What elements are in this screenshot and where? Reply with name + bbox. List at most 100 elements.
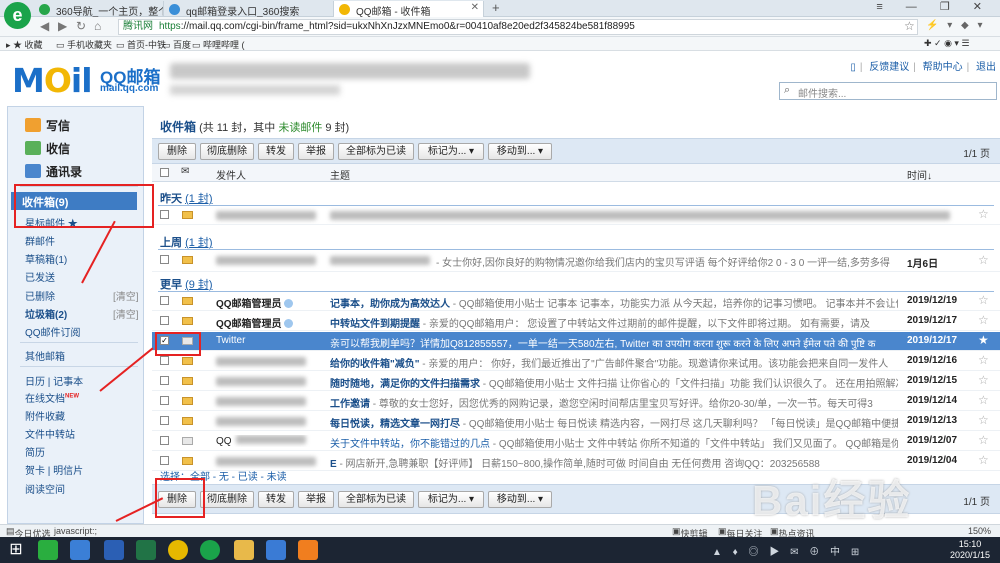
browser-360-icon[interactable] — [200, 540, 220, 560]
windows-start-icon[interactable]: ⊞ — [6, 540, 26, 560]
fav-tools-icons[interactable]: ✚ ✓ ◉ ▾ ☰ — [924, 38, 970, 49]
fav-item[interactable]: ▸ ★ 收藏 — [6, 38, 43, 51]
fav-item[interactable]: ▭ 百度 — [162, 38, 191, 51]
star-icon[interactable]: ☆ — [978, 413, 989, 427]
mark-all-read-button[interactable]: 全部标为已读 — [338, 143, 414, 160]
star-icon[interactable]: ☆ — [978, 393, 989, 407]
table-row-selected[interactable]: ✓ Twitter 亲可以帮我刷单吗？详情加Q812855557，一单一结一天5… — [152, 332, 1000, 351]
word-icon[interactable] — [104, 540, 124, 560]
feedback-link[interactable]: 反馈建议 — [869, 62, 909, 73]
table-row[interactable]: 随时随地，满足你的文件扫描需求 - QQ邮箱使用小贴士 文件扫描 让你省心的「文… — [152, 372, 1000, 391]
window-controls[interactable]: ≡ — ❐ ✕ — [876, 0, 992, 13]
move-to-dropdown-bottom[interactable]: 移动到... ▾ — [488, 491, 552, 508]
report-button-bottom[interactable]: 举报 — [298, 491, 334, 508]
sidebar-item-cards[interactable]: 贺卡 | 明信片 — [25, 462, 83, 477]
delete-permanent-button-bottom[interactable]: 彻底删除 — [200, 491, 254, 508]
move-to-dropdown[interactable]: 移动到... ▾ — [488, 143, 552, 160]
folder-icon[interactable] — [234, 540, 254, 560]
row-checkbox[interactable] — [160, 356, 169, 365]
table-row[interactable]: 给你的收件箱"减负" - 亲爱的用户： 你好，我们最近推出了"广告邮件聚合"功能… — [152, 352, 1000, 371]
row-checkbox[interactable] — [160, 296, 169, 305]
mark-as-dropdown[interactable]: 标记为... ▾ — [418, 143, 484, 160]
star-icon[interactable]: ☆ — [978, 433, 989, 447]
mail-search-input[interactable]: ⌕ 邮件搜索... — [779, 82, 997, 100]
star-icon[interactable]: ☆ — [978, 353, 989, 367]
excel-icon[interactable] — [136, 540, 156, 560]
clear-spam-link[interactable]: [清空] — [113, 306, 139, 321]
row-checkbox[interactable] — [160, 456, 169, 465]
row-checkbox[interactable] — [160, 255, 169, 264]
tab-qq-search[interactable]: qq邮箱登录入口_360搜索 — [164, 1, 334, 17]
table-row[interactable]: ☆ — [152, 206, 1000, 225]
mark-all-read-button-bottom[interactable]: 全部标为已读 — [338, 491, 414, 508]
row-checkbox[interactable] — [160, 396, 169, 405]
system-tray-icons[interactable]: ▲ ♦ ◎ ▶ ✉ ⊕ 中 ⊞ — [712, 543, 863, 558]
compose-button[interactable]: 写信 — [25, 117, 70, 134]
table-row[interactable]: - 女士你好,因你良好的购物情况邀你给我们店内的宝贝写评语 每个好评给你2 0 … — [152, 250, 1000, 272]
url-field[interactable]: 腾讯网 https://mail.qq.com/cgi-bin/frame_htm… — [118, 19, 918, 35]
contacts-button[interactable]: 通讯录 — [25, 163, 82, 180]
sidebar-item-sent[interactable]: 已发送 — [25, 269, 55, 284]
sidebar-item-other-mailbox[interactable]: 其他邮箱 — [25, 348, 65, 363]
new-tab-button[interactable]: + — [492, 0, 500, 15]
sidebar-item-subscription[interactable]: QQ邮件订阅 — [25, 324, 81, 339]
status-daily[interactable]: ▣ 每日关注 — [718, 526, 763, 539]
app-star-icon[interactable] — [298, 540, 318, 560]
sidebar-item-drafts[interactable]: 草稿箱(1) — [25, 251, 67, 266]
star-icon[interactable]: ☆ — [978, 253, 989, 267]
row-checkbox[interactable] — [160, 316, 169, 325]
tab-qq-mail[interactable]: QQ邮箱 - 收件箱 ✕ — [334, 1, 484, 17]
clear-deleted-link[interactable]: [清空] — [113, 288, 139, 303]
delete-button[interactable]: 删除 — [158, 143, 196, 160]
mark-as-dropdown-bottom[interactable]: 标记为... ▾ — [418, 491, 484, 508]
sidebar-item-deleted[interactable]: 已删除 [清空] — [25, 288, 139, 303]
sidebar-item-group[interactable]: 群邮件 — [25, 233, 55, 248]
fav-item[interactable]: ▭ 哔哩哔哩 ( — [192, 38, 245, 51]
unread-link[interactable]: 未读邮件 — [278, 122, 322, 134]
bookmark-star-icon[interactable]: ☆ — [904, 19, 915, 33]
sidebar-item-docs[interactable]: 在线文档NEW — [25, 390, 79, 405]
star-icon[interactable]: ☆ — [978, 293, 989, 307]
browser-logo-icon[interactable]: e — [4, 2, 31, 29]
mobile-icon[interactable]: ▯ — [850, 62, 856, 73]
select-all-checkbox[interactable] — [160, 168, 169, 177]
back-icon[interactable]: ◀ — [40, 19, 49, 33]
star-icon[interactable]: ☆ — [978, 207, 989, 221]
report-button[interactable]: 举报 — [298, 143, 334, 160]
help-link[interactable]: 帮助中心 — [923, 62, 963, 73]
column-subject[interactable]: 主题 — [330, 167, 350, 182]
table-row[interactable]: QQ 关于文件中转站，你不能错过的几点 - QQ邮箱使用小贴士 文件中转站 你所… — [152, 432, 1000, 451]
column-from[interactable]: 发件人 — [216, 167, 246, 182]
tab-close-icon[interactable]: ✕ — [471, 2, 479, 13]
home-icon[interactable]: ⌂ — [94, 19, 101, 33]
row-checkbox[interactable] — [160, 416, 169, 425]
sidebar-item-spam[interactable]: 垃圾箱(2) [清空] — [25, 306, 139, 321]
delete-permanent-button[interactable]: 彻底删除 — [200, 143, 254, 160]
column-time[interactable]: 时间↓ — [907, 167, 932, 182]
status-left[interactable]: ▤ 今日优选 — [6, 526, 51, 539]
status-news[interactable]: ▣ 热点资讯 — [770, 526, 815, 539]
browser-extension-icons[interactable]: ⚡ ▾ ◆ ▾ — [926, 20, 986, 31]
star-icon[interactable]: ☆ — [978, 453, 989, 467]
forward-button-bottom[interactable]: 转发 — [258, 491, 294, 508]
app-cube-icon[interactable] — [70, 540, 90, 560]
sidebar-item-reading[interactable]: 阅读空间 — [25, 481, 65, 496]
mail-logo[interactable]: MOil — [12, 61, 93, 100]
app-window-icon[interactable] — [266, 540, 286, 560]
tab-360-nav[interactable]: 360导航_一个主页，整个世界 — [34, 1, 164, 17]
app-circle-icon[interactable] — [168, 540, 188, 560]
wechat-icon[interactable] — [38, 540, 58, 560]
fav-item[interactable]: ▭ 首页-中铁 — [116, 38, 166, 51]
table-row[interactable]: 每日悦读，精选文章一网打尽 - QQ邮箱使用小贴士 每日悦读 精选内容，一网打尽… — [152, 412, 1000, 431]
sidebar-item-resume[interactable]: 简历 — [25, 444, 45, 459]
refresh-icon[interactable]: ↻ — [76, 19, 86, 33]
zoom-level[interactable]: 150% — [968, 526, 991, 536]
logout-link[interactable]: 退出 — [976, 62, 996, 73]
table-row[interactable]: 工作邀请 - 尊敬的女士您好，因您优秀的网购记录，邀您空闲时间帮店里宝贝写好评。… — [152, 392, 1000, 411]
system-clock[interactable]: 15:10 2020/1/15 — [950, 539, 990, 561]
sidebar-item-transfer[interactable]: 文件中转站 — [25, 426, 75, 441]
sidebar-item-calendar[interactable]: 日历 | 记事本 — [25, 373, 83, 388]
row-checkbox[interactable] — [160, 210, 169, 219]
fav-item[interactable]: ▭ 手机收藏夹 — [56, 38, 112, 51]
forward-button[interactable]: 转发 — [258, 143, 294, 160]
